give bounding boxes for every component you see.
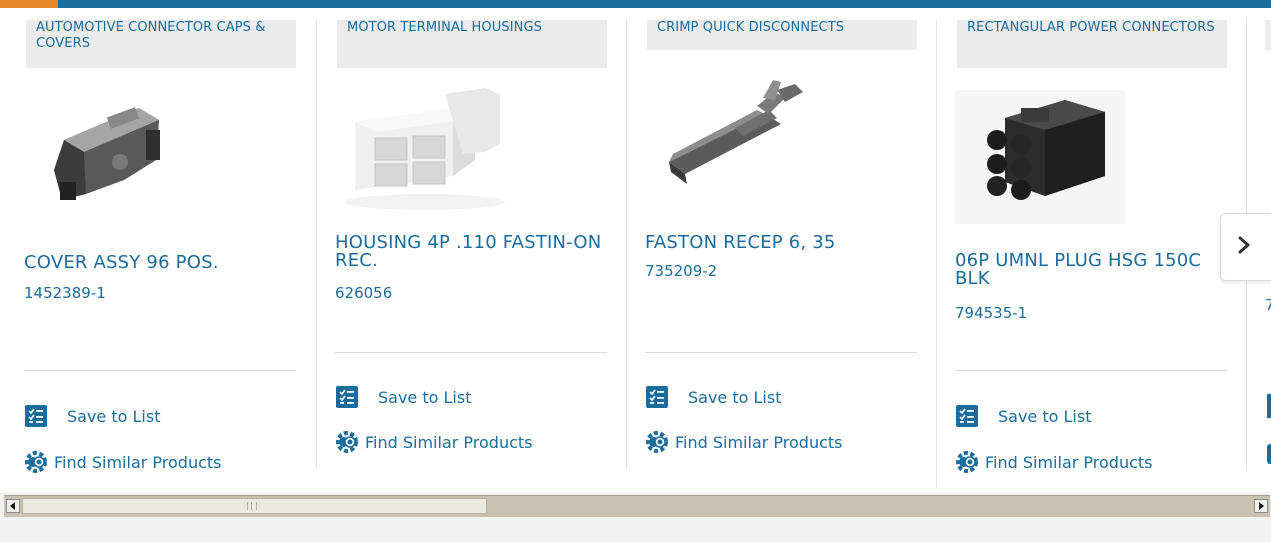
find-similar-products-button[interactable]: Find Similar Products: [645, 430, 843, 454]
save-to-list-button[interactable]: Save to List: [24, 404, 160, 428]
category-tag[interactable]: CRIMP QUICK DISCONNECTS: [647, 20, 917, 50]
similar-products-icon: [955, 450, 979, 474]
product-image-housing[interactable]: [335, 80, 607, 230]
part-number[interactable]: 794535-1: [955, 304, 1027, 322]
find-similar-products-button[interactable]: Find Similar Products: [955, 450, 1153, 474]
card-separator: [626, 20, 627, 468]
save-to-list-button[interactable]: Save to List: [335, 385, 471, 409]
find-similar-products-button[interactable]: Find Similar Products: [335, 430, 533, 454]
product-image-plug-housing[interactable]: [955, 78, 1227, 228]
find-similar-label: Find Similar Products: [365, 432, 533, 452]
checklist-icon: [955, 404, 979, 428]
category-tag[interactable]: AUTOMOTIVE CONNECTOR CAPS & COVERS: [26, 20, 296, 68]
find-similar-label: Find Similar Products: [675, 432, 843, 452]
save-to-list-label: Save to List: [998, 406, 1092, 426]
part-number[interactable]: 7: [1265, 296, 1271, 314]
checklist-icon: [1267, 394, 1271, 418]
scrollbar-thumb[interactable]: [22, 498, 487, 514]
save-to-list-label: Save to List: [688, 387, 782, 407]
find-similar-label: Find Similar Products: [985, 452, 1153, 472]
similar-products-icon: [1267, 444, 1271, 464]
save-to-list-label: Save to List: [67, 406, 161, 426]
similar-products-icon: [24, 450, 48, 474]
arrow-right-icon[interactable]: [1254, 499, 1268, 513]
product-title[interactable]: COVER ASSY 96 POS.: [24, 254, 294, 272]
part-number[interactable]: 1452389-1: [24, 284, 106, 302]
category-tag-partial: [1265, 20, 1271, 50]
find-similar-products-button[interactable]: Find Similar Products: [24, 450, 222, 474]
card-divider: [955, 370, 1227, 371]
product-card: AUTOMOTIVE CONNECTOR CAPS & COVERS COVER…: [24, 20, 296, 490]
carousel-next-button[interactable]: [1220, 213, 1271, 281]
category-tag[interactable]: RECTANGULAR POWER CONNECTORS: [957, 20, 1227, 68]
similar-products-icon: [645, 430, 669, 454]
scrollbar-grip: [247, 502, 257, 510]
product-card: CRIMP QUICK DISCONNECTS FASTON RECEP 6, …: [645, 20, 917, 490]
product-card: MOTOR TERMINAL HOUSINGS HOUSING 4P .110 …: [335, 20, 607, 490]
part-number[interactable]: 626056: [335, 284, 392, 302]
product-image-cover-assy[interactable]: [24, 90, 296, 240]
product-title[interactable]: FASTON RECEP 6, 35: [645, 234, 915, 252]
save-to-list-button[interactable]: Save to List: [955, 404, 1091, 428]
top-accent-highlight: [0, 0, 58, 8]
horizontal-scrollbar[interactable]: [4, 495, 1270, 517]
save-to-list-label: Save to List: [378, 387, 472, 407]
card-divider: [24, 370, 296, 371]
checklist-icon: [24, 404, 48, 428]
product-card: RECTANGULAR POWER CONNECTORS 06P UMNL PL…: [955, 20, 1227, 490]
checklist-icon: [335, 385, 359, 409]
find-similar-label: Find Similar Products: [54, 452, 222, 472]
product-title[interactable]: 06P UMNL PLUG HSG 150C BLK: [955, 252, 1225, 288]
arrow-left-icon[interactable]: [6, 499, 20, 513]
card-divider: [645, 352, 917, 353]
save-to-list-button[interactable]: Save to List: [645, 385, 781, 409]
category-tag[interactable]: MOTOR TERMINAL HOUSINGS: [337, 20, 607, 68]
top-accent-bar: [0, 0, 1271, 8]
card-separator: [936, 20, 937, 488]
card-separator: [316, 20, 317, 468]
product-image-faston[interactable]: [645, 70, 917, 220]
card-divider: [335, 352, 607, 353]
product-carousel: AUTOMOTIVE CONNECTOR CAPS & COVERS COVER…: [0, 8, 1271, 492]
product-title[interactable]: HOUSING 4P .110 FASTIN-ON REC.: [335, 234, 605, 270]
checklist-icon: [645, 385, 669, 409]
page-bottom-area: [0, 518, 1271, 542]
chevron-right-icon: [1237, 236, 1251, 258]
part-number[interactable]: 735209-2: [645, 262, 717, 280]
similar-products-icon: [335, 430, 359, 454]
